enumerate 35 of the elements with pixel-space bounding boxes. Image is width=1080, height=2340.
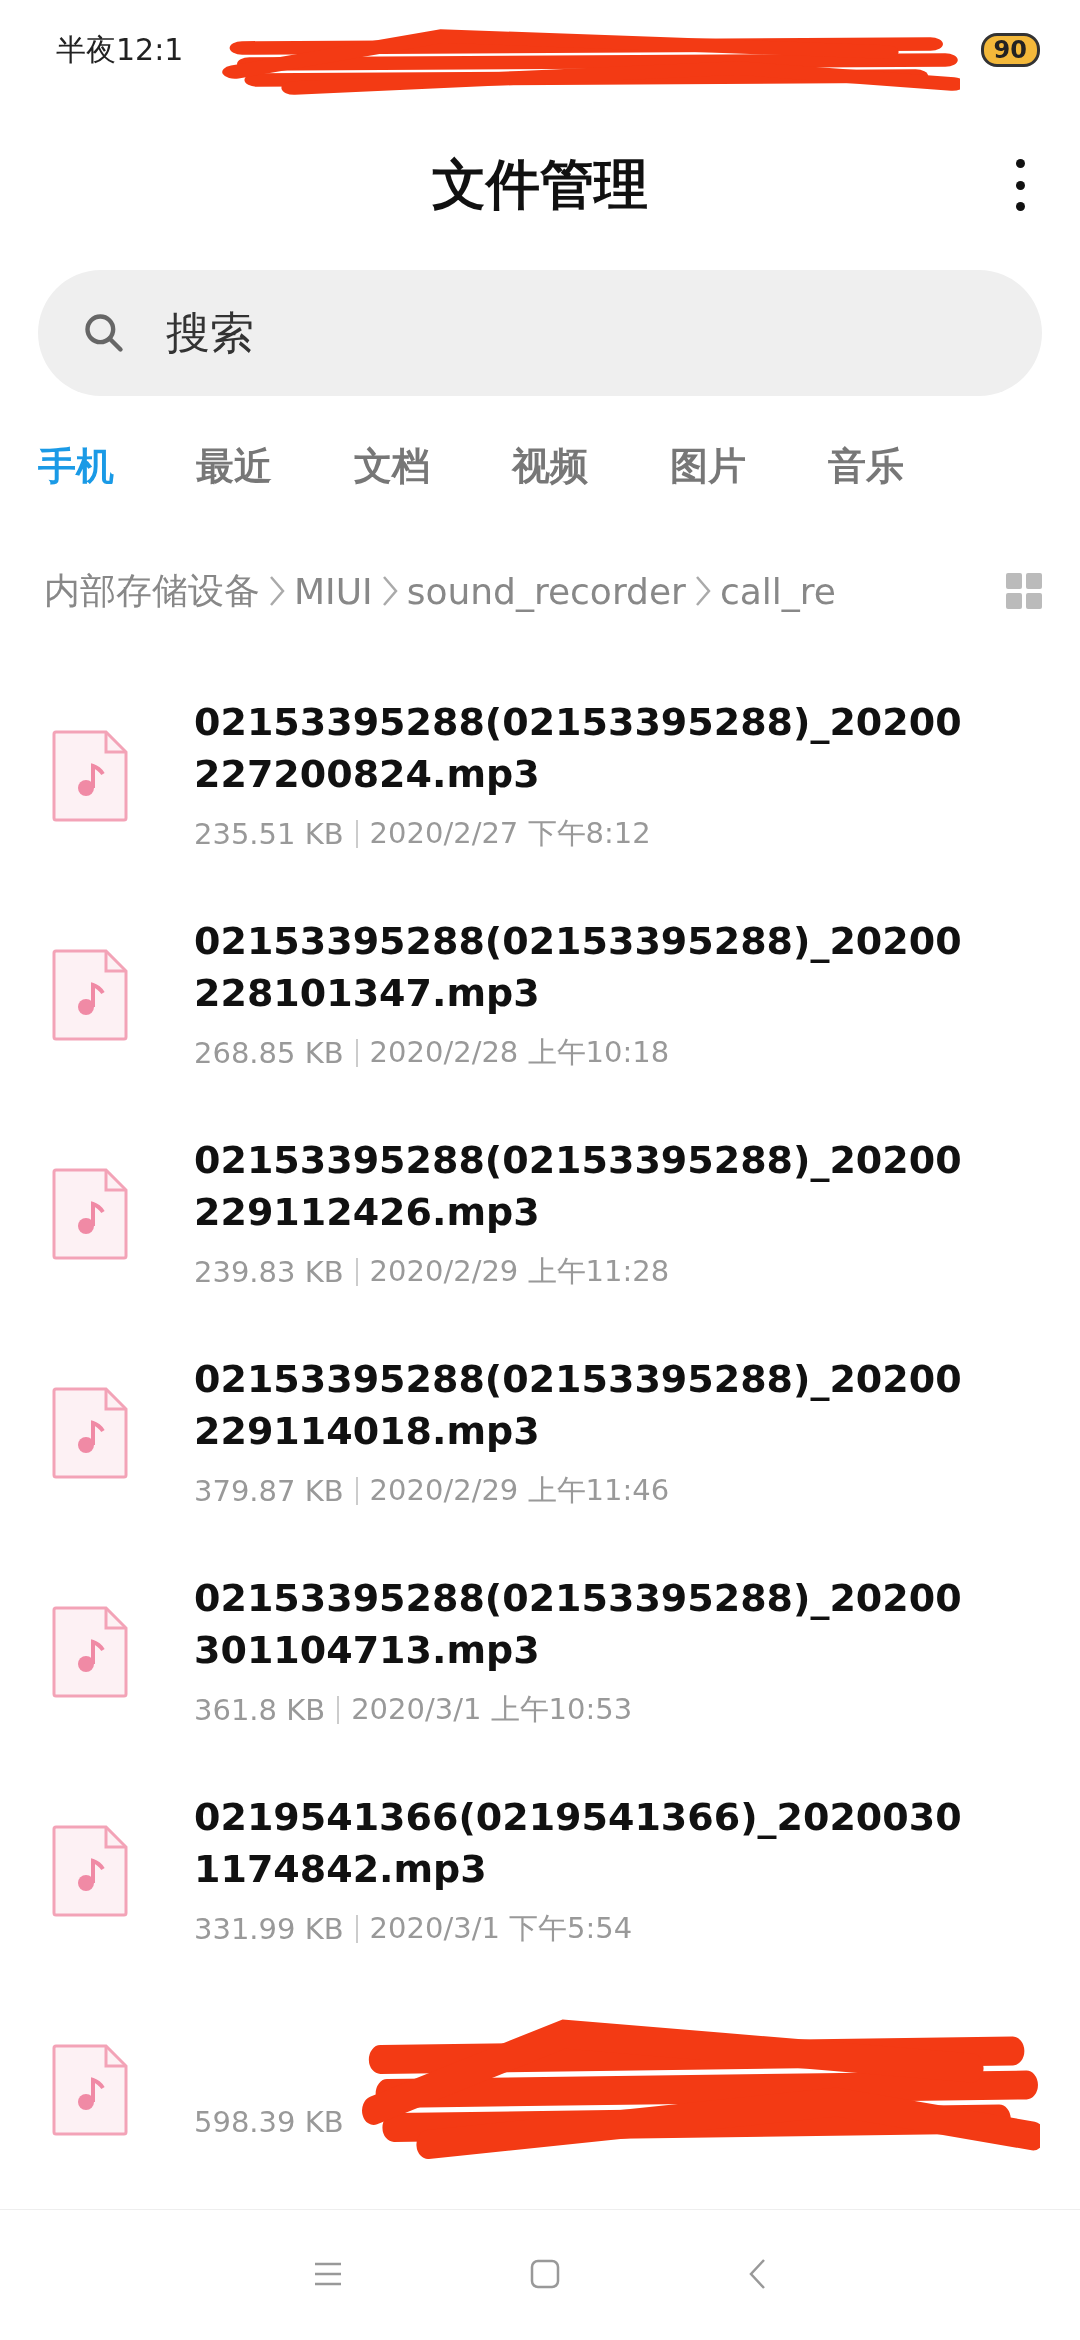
file-size: 379.87 KB: [194, 1473, 344, 1508]
file-date: 2020/2/27 下午8:12: [369, 814, 651, 852]
page-title: 文件管理: [432, 151, 648, 218]
file-size: 268.85 KB: [194, 1035, 344, 1070]
file-size: 235.51 KB: [194, 816, 344, 851]
file-size: 239.83 KB: [194, 1254, 344, 1289]
status-time: 半夜12:1: [56, 30, 184, 69]
file-name[interactable]: 0219541366(0219541366)_20200301174842.mp3: [194, 1792, 974, 1895]
file-name[interactable]: 02153395288(02153395288)_20200301104713.mp3: [194, 1573, 974, 1676]
file-date: 2020/2/29 上午11:46: [369, 1471, 670, 1509]
breadcrumb-item[interactable]: sound_recorder: [406, 570, 686, 612]
battery-level: 90: [980, 33, 1040, 67]
category-tab[interactable]: 最近: [196, 440, 354, 492]
file-date: 2020/3/1 上午10:53: [351, 1690, 633, 1728]
breadcrumb-item[interactable]: 内部存储设备: [44, 566, 260, 616]
file-name[interactable]: 02153395288(02153395288)_20200227200824.mp3: [194, 697, 974, 800]
file-name[interactable]: 02153395288(02153395288)_20200229114018.mp3: [194, 1354, 974, 1457]
file-date: 2020/3/1 下午5:54: [369, 1909, 633, 1947]
file-date: 2020/2/28 上午10:18: [369, 1033, 670, 1071]
file-size: 598.39 KB: [194, 2105, 344, 2139]
file-date: 2020/2/29 上午11:28: [369, 1252, 670, 1290]
search-field[interactable]: 搜索: [38, 270, 1042, 396]
file-name[interactable]: 02153395288(02153395288)_20200228101347.mp3: [194, 916, 974, 1019]
category-tab[interactable]: 视频: [512, 440, 670, 492]
file-size: 331.99 KB: [194, 1911, 344, 1946]
breadcrumb-item[interactable]: MIUI: [294, 570, 373, 612]
breadcrumb-item[interactable]: call_re: [719, 570, 836, 612]
category-tab[interactable]: 音乐: [828, 440, 986, 492]
file-size: 361.8 KB: [194, 1692, 326, 1727]
search-icon: [82, 311, 126, 355]
category-tab[interactable]: 手机: [38, 440, 196, 492]
grid-view-icon[interactable]: [1006, 573, 1042, 609]
category-tab[interactable]: 图片: [670, 440, 828, 492]
category-tab[interactable]: 文档: [354, 440, 512, 492]
file-name[interactable]: 02153395288(02153395288)_20200229112426.mp3: [194, 1135, 974, 1238]
